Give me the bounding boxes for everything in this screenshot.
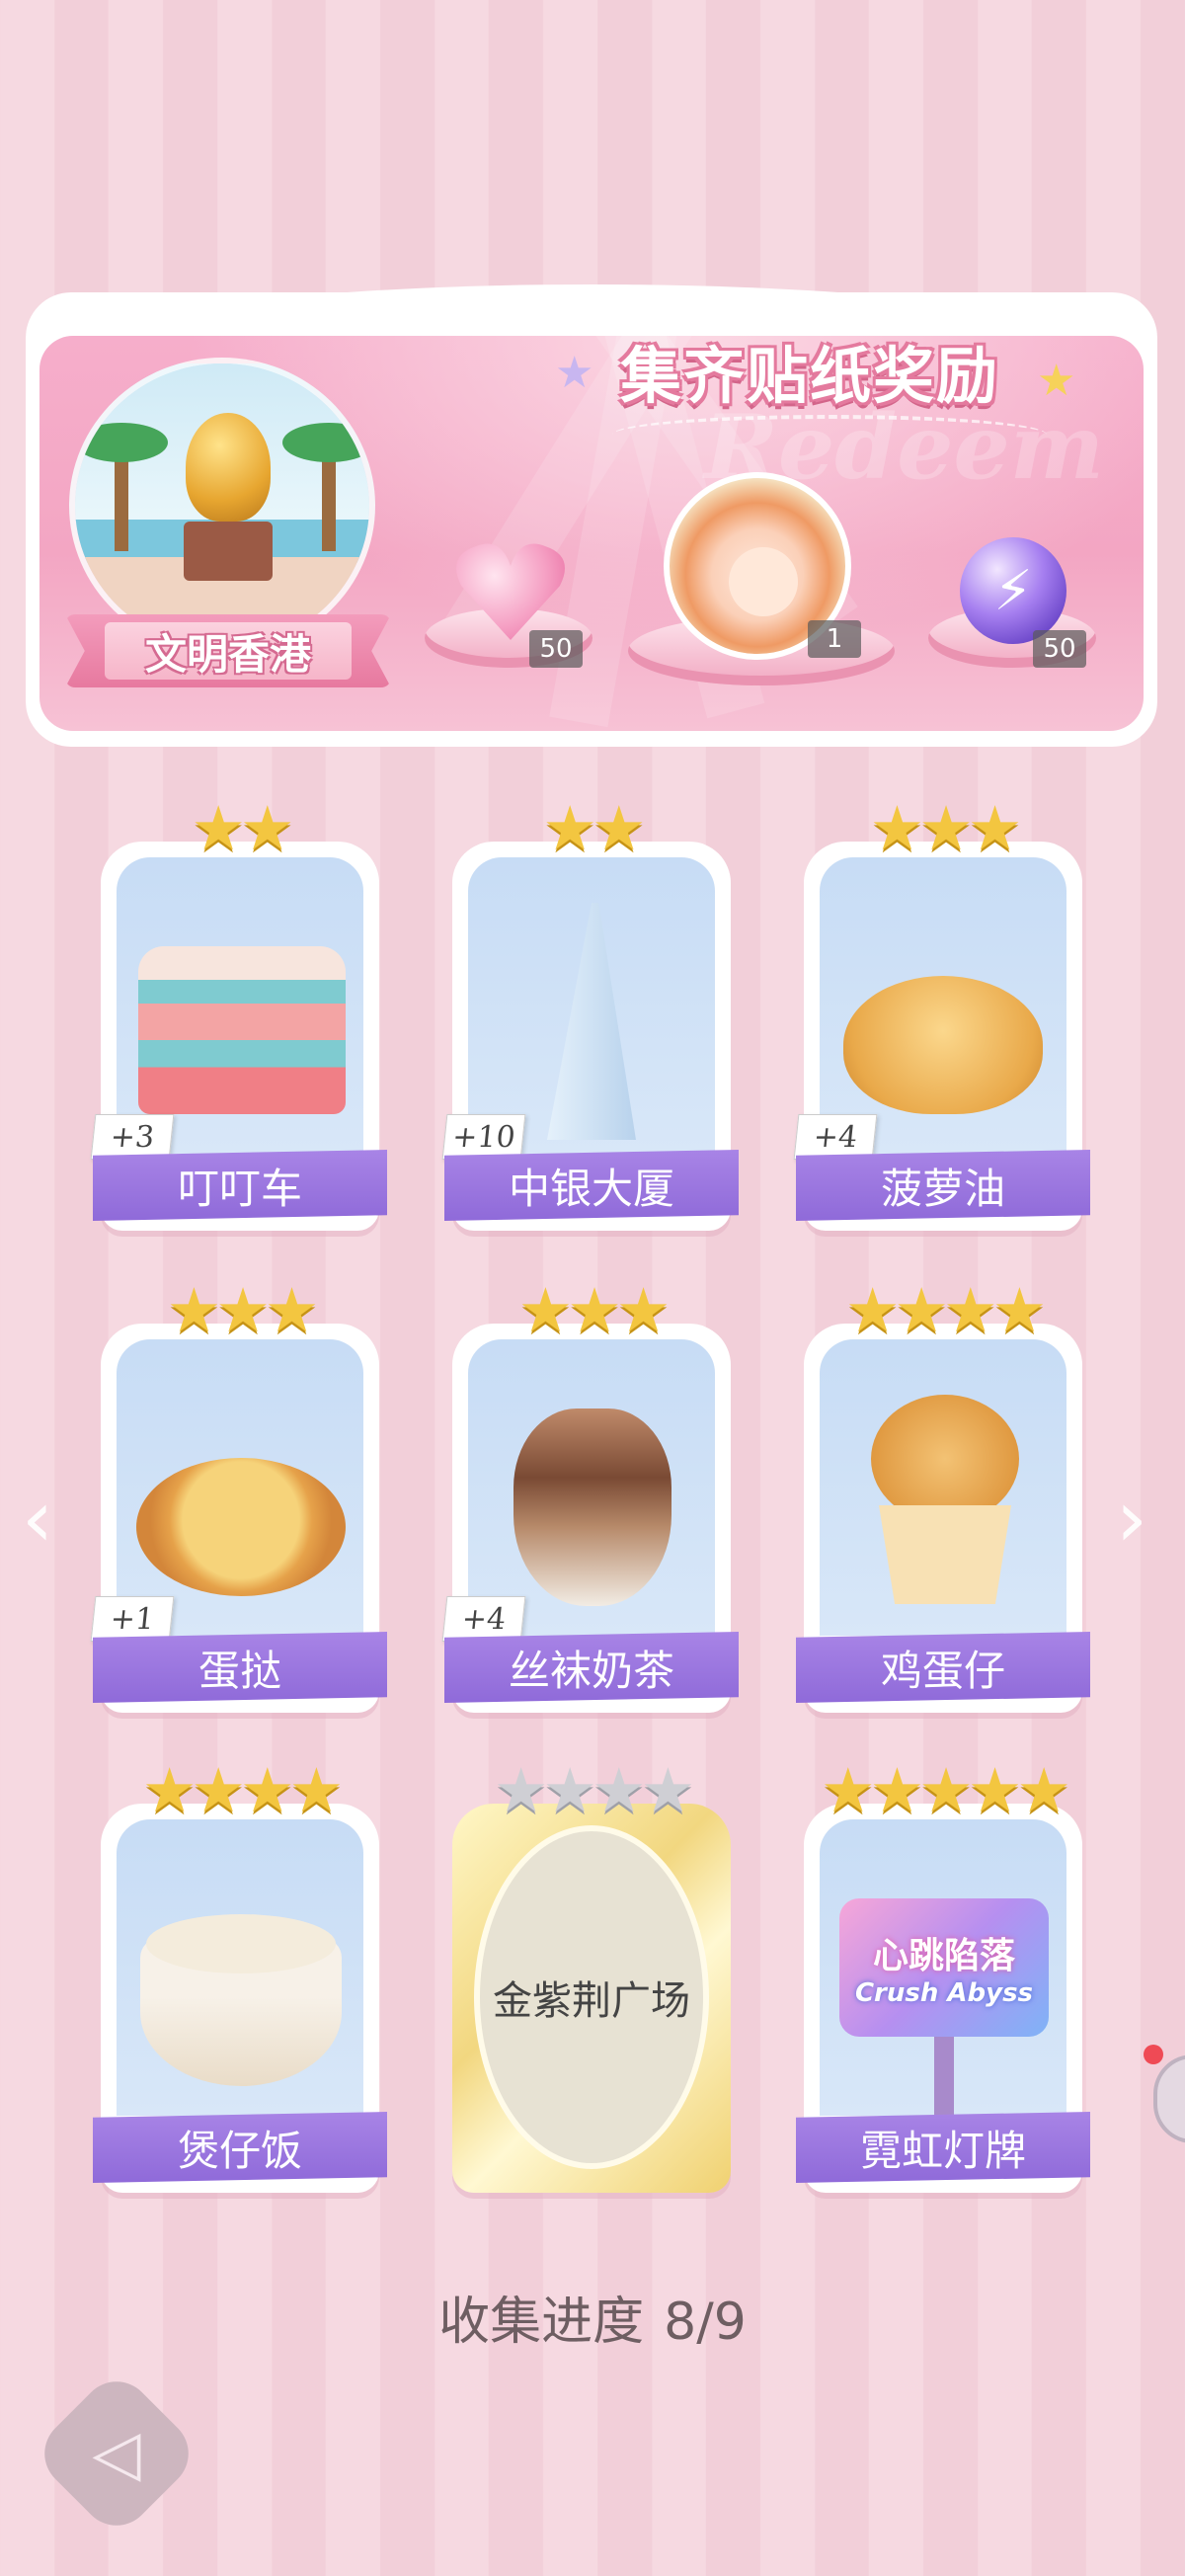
reward-count: 50 xyxy=(529,630,583,668)
sticker-card-neon-sign[interactable]: ★★★★★ 心跳陷落 Crush Abyss 霓虹灯牌 xyxy=(796,1760,1090,2193)
star-rating: ★★★★★ xyxy=(821,1754,1071,1826)
sign-pole xyxy=(934,2037,954,2116)
reward-count: 50 xyxy=(1033,630,1086,668)
sticker-name: 霓虹灯牌 xyxy=(796,2112,1090,2183)
sticker-name: 叮叮车 xyxy=(93,1150,387,1221)
sticker-card-pineapple-bun[interactable]: ★★★ +4 菠萝油 xyxy=(793,798,1090,1231)
notification-dot xyxy=(1144,2045,1163,2064)
locked-sticker-name: 金紫荆广场 xyxy=(474,1825,709,2169)
sticker-card-milk-tea[interactable]: ★★★ +4 丝袜奶茶 xyxy=(441,1280,739,1713)
side-drawer-handle[interactable] xyxy=(1153,2054,1185,2143)
duplicate-count: +10 xyxy=(441,1114,526,1160)
neon-sign-illustration: 心跳陷落 Crush Abyss xyxy=(839,1898,1049,2037)
tower-illustration xyxy=(547,903,636,1140)
star-rating: ★★★★ xyxy=(493,1754,695,1826)
sticker-name: 蛋挞 xyxy=(93,1632,387,1703)
progress-value: 8/9 xyxy=(664,2293,747,2352)
bun-illustration xyxy=(843,976,1043,1114)
sticker-card-egg-tart[interactable]: ★★★ +1 蛋挞 xyxy=(90,1280,387,1713)
egg-waffle-illustration xyxy=(871,1395,1019,1523)
star-rating: ★★★ xyxy=(869,792,1023,864)
sticker-name: 丝袜奶茶 xyxy=(444,1632,739,1703)
star-rating: ★★★ xyxy=(517,1274,672,1346)
duplicate-count: +4 xyxy=(793,1114,878,1160)
claypot-rice-top xyxy=(146,1914,336,1973)
dashed-line xyxy=(612,415,1047,454)
next-page-arrow-icon[interactable]: › xyxy=(1116,1480,1147,1559)
location-ribbon: 文明香港 xyxy=(65,614,391,687)
banner-title-wrap: 集齐贴纸奖励 xyxy=(553,326,1066,415)
star-rating: ★★★★ xyxy=(844,1274,1047,1346)
reward-count: 1 xyxy=(808,620,861,658)
sticker-card-dingding[interactable]: ★★ +3 叮叮车 xyxy=(90,798,387,1231)
sticker-name: 中银大厦 xyxy=(444,1150,739,1221)
banner-title: 集齐贴纸奖励 xyxy=(619,340,999,412)
egg-tart-illustration xyxy=(136,1458,346,1596)
sticker-card-locked[interactable]: ★★★★ 金紫荆广场 xyxy=(452,1760,731,2193)
duplicate-count: +3 xyxy=(90,1114,175,1160)
milk-tea-illustration xyxy=(514,1409,672,1606)
neon-sign-text-cn: 心跳陷落 xyxy=(872,1936,1015,1976)
star-rating: ★★ xyxy=(542,792,646,864)
location-globe xyxy=(69,358,375,654)
location-label: 文明香港 xyxy=(105,622,352,680)
waffle-cup xyxy=(879,1505,1011,1604)
back-arrow-icon[interactable]: ◁ xyxy=(55,2392,178,2515)
collection-progress: 收集进度 8/9 xyxy=(0,2280,1185,2354)
duplicate-count: +4 xyxy=(441,1596,526,1642)
progress-label: 收集进度 xyxy=(438,2293,645,2352)
star-rating: ★★ xyxy=(191,792,294,864)
tram-illustration xyxy=(138,946,346,1114)
sticker-name: 鸡蛋仔 xyxy=(796,1632,1090,1703)
sticker-card-egg-waffle[interactable]: ★★★★ 鸡蛋仔 xyxy=(796,1280,1090,1713)
energy-orb-icon[interactable]: ⚡ xyxy=(960,537,1066,644)
prev-page-arrow-icon[interactable]: ‹ xyxy=(22,1480,53,1559)
duplicate-count: +1 xyxy=(90,1596,175,1642)
star-rating: ★★★★ xyxy=(141,1754,344,1826)
sticker-card-claypot-rice[interactable]: ★★★★ 煲仔饭 xyxy=(93,1760,387,2193)
neon-sign-text-en: Crush Abyss xyxy=(854,1978,1034,2008)
golden-bauhinia-icon xyxy=(186,413,271,522)
sticker-name: 菠萝油 xyxy=(796,1150,1090,1221)
star-rating: ★★★ xyxy=(166,1274,320,1346)
sticker-name: 煲仔饭 xyxy=(93,2112,387,2183)
sticker-card-boc-tower[interactable]: ★★ +10 中银大厦 xyxy=(441,798,739,1231)
